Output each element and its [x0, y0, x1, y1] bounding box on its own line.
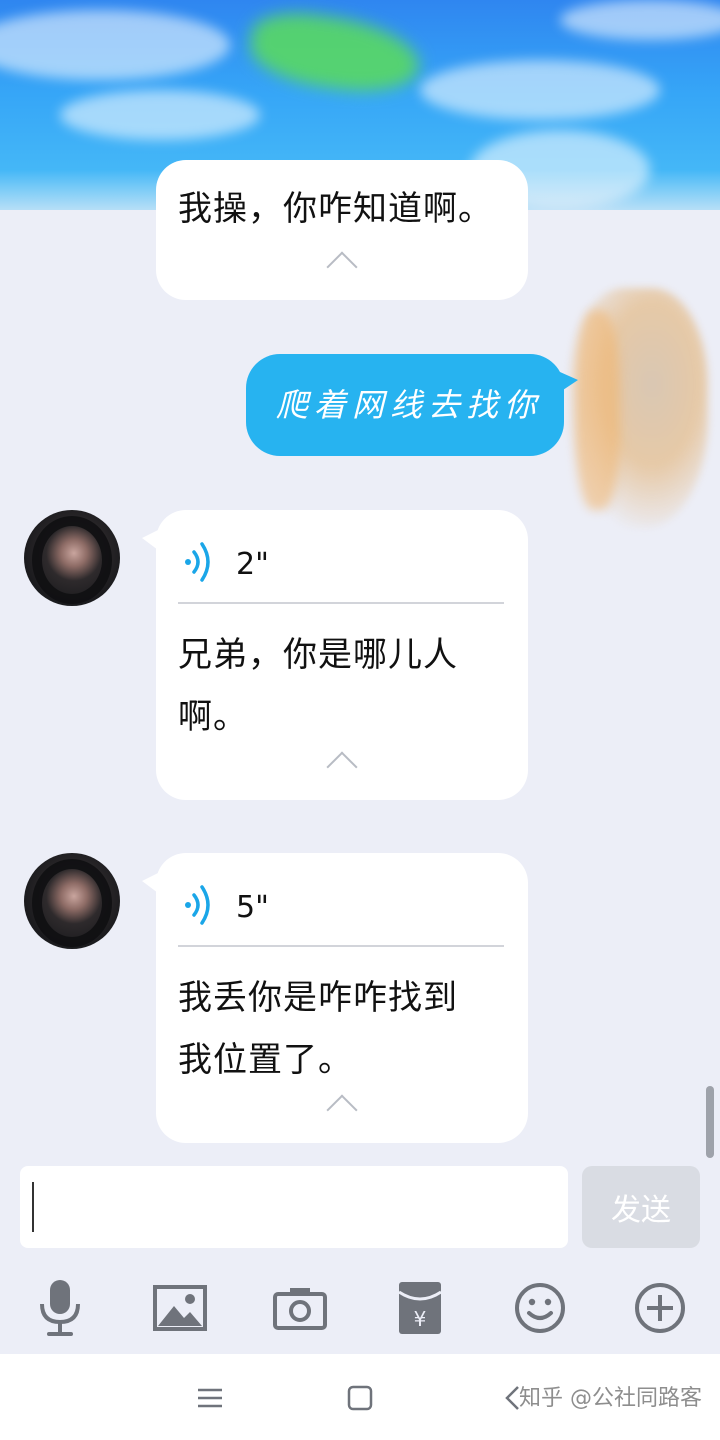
menu-icon[interactable] — [188, 1376, 232, 1420]
camera-icon[interactable] — [270, 1278, 330, 1338]
voice-duration: 5" — [236, 889, 269, 925]
transcript-line: 兄弟，你是哪儿人 — [178, 635, 458, 675]
system-navigation-bar: 知乎 @公社同路客 — [0, 1354, 720, 1440]
incoming-text-bubble[interactable]: 我操，你咋知道啊。 — [156, 160, 528, 300]
incoming-voice-bubble[interactable]: 2" 兄弟，你是哪儿人 啊。 — [142, 510, 528, 800]
bubble-divider — [178, 945, 504, 947]
transcript-line: 我位置了。 — [178, 1040, 353, 1080]
plus-icon[interactable] — [630, 1278, 690, 1338]
avatar[interactable] — [24, 853, 120, 949]
watermark: 知乎 @公社同路客 — [519, 1386, 702, 1411]
collapse-caret-icon[interactable] — [326, 751, 358, 783]
text-cursor — [32, 1182, 34, 1232]
message-input[interactable] — [20, 1166, 568, 1248]
voice-play-row[interactable]: 2" — [178, 534, 269, 594]
bubble-divider — [178, 602, 504, 604]
bubble-tail — [560, 372, 578, 392]
outgoing-text-bubble[interactable]: 爬着网线去找你 — [246, 354, 578, 456]
smudge-overlay-accent — [575, 310, 620, 510]
voice-duration: 2" — [236, 546, 269, 582]
svg-text:¥: ¥ — [414, 1307, 427, 1331]
input-toolbar: ¥ — [0, 1260, 720, 1354]
collapse-caret-icon[interactable] — [326, 251, 358, 283]
emoji-icon[interactable] — [510, 1278, 570, 1338]
microphone-icon[interactable] — [30, 1278, 90, 1338]
transcript-line: 啊。 — [178, 697, 248, 737]
red-packet-icon[interactable]: ¥ — [390, 1278, 450, 1338]
avatar[interactable] — [24, 510, 120, 606]
avatar-hair — [32, 516, 112, 604]
voice-wave-icon — [178, 881, 226, 933]
voice-wave-icon — [178, 538, 226, 590]
message-text: 爬着网线去找你 — [276, 386, 543, 424]
green-smear — [245, 6, 425, 100]
message-text: 我操，你咋知道啊。 — [178, 189, 493, 229]
home-icon[interactable] — [338, 1376, 382, 1420]
voice-play-row[interactable]: 5" — [178, 877, 269, 937]
image-icon[interactable] — [150, 1278, 210, 1338]
avatar-hair — [32, 859, 112, 947]
scrollbar-thumb[interactable] — [706, 1086, 714, 1158]
send-button[interactable]: 发送 — [582, 1166, 700, 1248]
transcript-line: 我丢你是咋咋找到 — [178, 978, 458, 1018]
incoming-voice-bubble[interactable]: 5" 我丢你是咋咋找到 我位置了。 — [142, 853, 528, 1143]
bubble-tail — [142, 530, 158, 550]
collapse-caret-icon[interactable] — [326, 1094, 358, 1126]
bubble-tail — [142, 873, 158, 893]
